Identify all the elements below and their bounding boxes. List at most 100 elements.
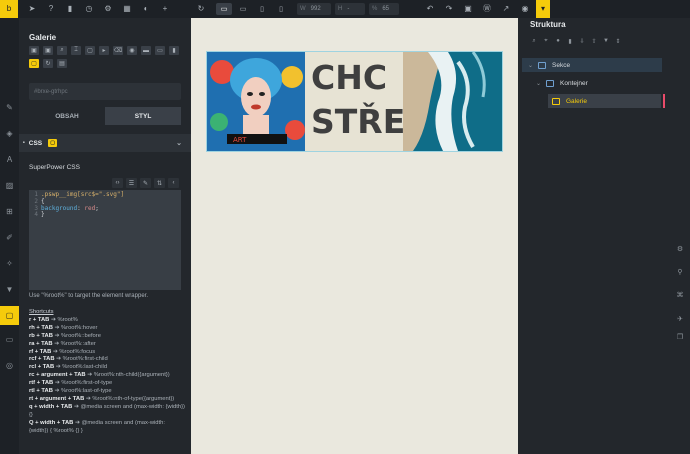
tag-icon[interactable]: ⌖ (542, 37, 550, 45)
sort-icon[interactable]: ⇅ (154, 178, 165, 188)
shortcut-item: rtf + TAB ➔ %root%:first-of-type (29, 380, 185, 388)
database-icon[interactable]: ◎ (4, 360, 15, 371)
collapse-icon[interactable]: ⇕ (614, 37, 622, 45)
css-section-label: CSS (28, 139, 43, 147)
builder-canvas[interactable]: ART CHC STŘE (191, 18, 518, 454)
ocean-wave-image (403, 52, 502, 151)
state-icon[interactable]: ⌕ (57, 46, 67, 55)
state-icon[interactable]: ▭ (155, 46, 165, 55)
page-icon[interactable]: ▮ (566, 37, 574, 45)
info-icon[interactable]: ● (554, 37, 562, 45)
gallery-image-2[interactable]: CHC STŘE (305, 52, 403, 151)
state-icon[interactable]: ▤ (57, 59, 67, 68)
width-value: 992 (310, 6, 321, 12)
cursor-icon[interactable]: ➤ (27, 4, 37, 14)
arrow-icon: ➔ (52, 324, 61, 331)
structure-node-sekce[interactable]: ⌄ Sekce (522, 58, 662, 72)
shortcut-key: q + width + TAB (29, 403, 73, 410)
layers-stack-icon[interactable]: ❐ (675, 332, 685, 342)
state-icon[interactable]: ⌫ (113, 46, 123, 55)
diagram-icon[interactable]: ⌘ (675, 290, 685, 300)
css-icon[interactable]: ▢ (0, 306, 19, 325)
list-icon[interactable]: ☰ (126, 178, 137, 188)
bricks-logo-icon[interactable]: b (0, 0, 18, 18)
share-icon[interactable]: ↗ (501, 4, 511, 14)
width-label: W (300, 6, 306, 12)
typography-icon[interactable]: A (4, 154, 15, 165)
shortcut-key: rf + TAB (29, 348, 52, 355)
filter-icon[interactable]: ▼ (4, 284, 15, 295)
zoom-input[interactable]: % 65 (369, 3, 399, 15)
image-icon[interactable]: ▨ (4, 180, 15, 191)
attributes-icon[interactable]: ▭ (4, 334, 15, 345)
state-icon[interactable]: ◉ (127, 46, 137, 55)
state-icon[interactable]: ▣ (29, 46, 39, 55)
brush-icon[interactable]: ✎ (140, 178, 151, 188)
pencil-icon[interactable]: ✎ (4, 102, 15, 113)
gallery-image-1[interactable]: ART (207, 52, 305, 151)
css-state-icon[interactable]: ▢ (29, 59, 39, 68)
collapse-icon[interactable]: ‹ (168, 178, 179, 188)
element-id-field[interactable]: #brxe-gtrhpc (29, 83, 181, 100)
code-icon[interactable]: ‹› (112, 178, 123, 188)
contrast-icon[interactable]: ◐ (141, 4, 151, 14)
shortcut-key: rt + argument + TAB (29, 395, 85, 402)
save-button-icon[interactable]: ▾ (536, 0, 550, 18)
arrow-icon: ➔ (52, 332, 61, 339)
import-icon[interactable]: ⇩ (578, 37, 586, 45)
view-icon[interactable]: ◉ (520, 4, 530, 14)
shortcut-value: %root%:focus (59, 348, 96, 355)
height-value: - (347, 6, 350, 12)
structure-node-galerie[interactable]: Galerie (548, 94, 661, 108)
shortcut-item: Q + width + TAB ➔ @media screen and (max… (29, 420, 185, 436)
undo-icon[interactable]: ↶ (425, 4, 435, 14)
search-icon[interactable]: ⌕ (530, 37, 538, 45)
tab-content[interactable]: OBSAH (29, 107, 105, 125)
gear-icon[interactable]: ⚙ (103, 4, 113, 14)
mobile-icon[interactable]: ▯ (273, 3, 289, 15)
shortcut-value: %root%::after (60, 340, 96, 347)
history-icon[interactable]: ◷ (84, 4, 94, 14)
state-icon[interactable]: ▬ (141, 46, 151, 55)
state-icon[interactable]: ▸ (99, 46, 109, 55)
gallery-element[interactable]: ART CHC STŘE (206, 51, 503, 152)
help-icon[interactable]: ? (46, 4, 56, 14)
refresh-icon[interactable]: ↻ (196, 4, 206, 14)
paint-icon[interactable]: ✐ (4, 232, 15, 243)
save-icon[interactable]: ▣ (463, 4, 473, 14)
export-icon[interactable]: ⇧ (590, 37, 598, 45)
rocket-icon[interactable]: ✈ (675, 314, 685, 324)
trash-icon[interactable]: ▼ (602, 37, 610, 45)
wordpress-icon[interactable]: Ⓦ (482, 4, 492, 14)
shortcut-item: ra + TAB ➔ %root%::after (29, 341, 185, 349)
css-section-header[interactable]: • CSS ▢ ⌄ (19, 134, 191, 152)
tablet-icon[interactable]: ▯ (254, 3, 270, 15)
state-icon[interactable]: ▢ (85, 46, 95, 55)
height-input[interactable]: H - (335, 3, 365, 15)
desktop-icon[interactable]: ▭ (216, 3, 232, 15)
settings-icon[interactable]: ⚙ (675, 244, 685, 254)
shortcut-item: rt + argument + TAB ➔ %root%:nth-of-type… (29, 396, 185, 404)
link-icon[interactable]: ⚲ (675, 267, 685, 277)
tab-style[interactable]: STYL (105, 107, 181, 125)
grid-icon[interactable]: ▦ (122, 4, 132, 14)
width-input[interactable]: W 992 (297, 3, 331, 15)
magic-icon[interactable]: ✧ (4, 258, 15, 269)
state-icon[interactable]: ▣ (43, 46, 53, 55)
state-icon[interactable]: ↻ (43, 59, 53, 68)
gallery-image-3[interactable] (403, 52, 502, 151)
redo-icon[interactable]: ↷ (444, 4, 454, 14)
plus-icon[interactable]: + (160, 4, 170, 14)
layers-icon[interactable]: ◈ (4, 128, 15, 139)
laptop-icon[interactable]: ▭ (235, 3, 251, 15)
arrow-icon: ➔ (52, 388, 61, 395)
structure-node-kontejner[interactable]: ⌄ Kontejner (522, 76, 662, 90)
page-icon[interactable]: ▮ (65, 4, 75, 14)
layout-icon[interactable]: ⊞ (4, 206, 15, 217)
zoom-label: % (372, 6, 378, 12)
container-icon (546, 79, 554, 87)
state-icon[interactable]: ⌶ (71, 46, 81, 55)
css-code-editor[interactable]: 1 .pswp__img[src$=".svg"] 2 { 3 backgrou… (29, 190, 181, 290)
state-icon[interactable]: ▮ (169, 46, 179, 55)
panel-title: Galerie (29, 33, 57, 42)
